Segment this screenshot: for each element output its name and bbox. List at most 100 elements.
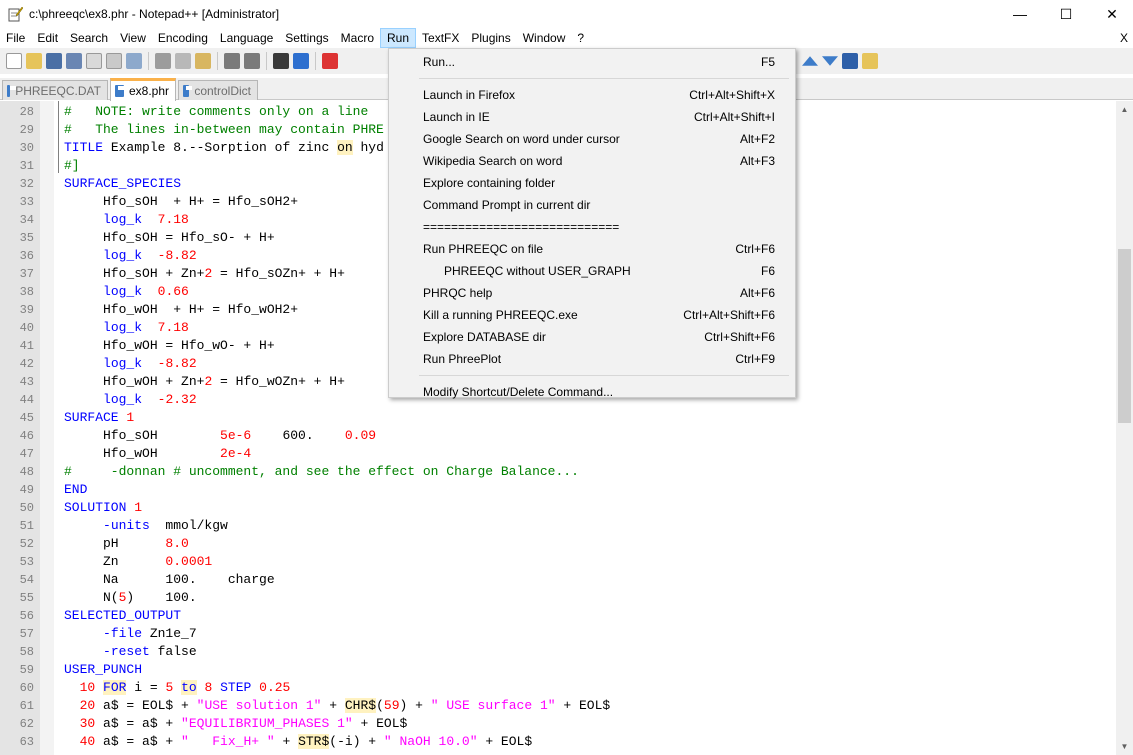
undo-icon[interactable] (224, 53, 240, 69)
code-line[interactable]: 58 -reset false (0, 643, 1116, 661)
run-menu-item-modify-shortcut-delete-command[interactable]: Modify Shortcut/Delete Command... (391, 381, 793, 403)
code-line[interactable]: 50 SOLUTION 1 (0, 499, 1116, 517)
code-line[interactable]: 63 40 a$ = a$ + " Fix_H+ " + STR$(-i) + … (0, 733, 1116, 751)
menu-view[interactable]: View (114, 28, 152, 48)
code-line[interactable]: 49 END (0, 481, 1116, 499)
vertical-scrollbar[interactable]: ▲ ▼ (1116, 101, 1133, 755)
code-token: i = (126, 680, 166, 695)
run-menu-item-explore-database-dir[interactable]: Explore DATABASE dir Ctrl+Shift+F6 (391, 326, 793, 348)
menu-macro[interactable]: Macro (335, 28, 380, 48)
save-icon[interactable] (46, 53, 62, 69)
close-all-icon[interactable] (106, 53, 122, 69)
code-line[interactable]: 60 10 FOR i = 5 to 8 STEP 0.25 (0, 679, 1116, 697)
paste-icon[interactable] (195, 53, 211, 69)
line-number: 50 (19, 501, 34, 515)
scroll-up-icon[interactable]: ▲ (1116, 101, 1133, 118)
run-menu-item-wikipedia-search-on-word[interactable]: Wikipedia Search on word Alt+F3 (391, 150, 793, 172)
run-menu-item-run-phreeplot[interactable]: Run PhreePlot Ctrl+F9 (391, 348, 793, 370)
code-token: 10 (79, 680, 96, 695)
run-menu-item-kill-a-running-phreeqc-exe[interactable]: Kill a running PHREEQC.exe Ctrl+Alt+Shift… (391, 304, 793, 326)
run-menu-item-launch-in-firefox[interactable]: Launch in Firefox Ctrl+Alt+Shift+X (391, 84, 793, 106)
run-menu-item-google-search-on-word-under-cursor[interactable]: Google Search on word under cursor Alt+F2 (391, 128, 793, 150)
code-line[interactable]: 53 Zn 0.0001 (0, 553, 1116, 571)
maximize-button[interactable]: ☐ (1043, 0, 1089, 28)
code-token: a$ = a$ + (95, 734, 182, 749)
zoom-in-icon[interactable] (322, 53, 338, 69)
menu-window[interactable]: Window (517, 28, 572, 48)
menu-search[interactable]: Search (64, 28, 114, 48)
menu-help[interactable]: ? (571, 28, 590, 48)
run-menu-item-command-prompt-in-current-dir[interactable]: Command Prompt in current dir (391, 194, 793, 216)
run-menu-item-phreeqc-without-user-graph[interactable]: PHREEQC without USER_GRAPH F6 (391, 260, 793, 282)
code-line[interactable]: 57 -file Zn1e_7 (0, 625, 1116, 643)
menu-file[interactable]: File (0, 28, 31, 48)
menu-run[interactable]: Run (380, 28, 417, 48)
run-menu-item-explore-containing-folder[interactable]: Explore containing folder (391, 172, 793, 194)
code-text: #] (64, 157, 80, 175)
line-number: 32 (19, 177, 34, 191)
find-icon[interactable] (273, 53, 289, 69)
menu-item-label: Google Search on word under cursor (423, 132, 620, 146)
copy-icon[interactable] (175, 53, 191, 69)
macro-up-icon[interactable] (802, 56, 818, 66)
run-menu-item-phrqc-help[interactable]: PHRQC help Alt+F6 (391, 282, 793, 304)
code-line[interactable]: 52 pH 8.0 (0, 535, 1116, 553)
code-line[interactable]: 48 # -donnan # uncomment, and see the eff… (0, 463, 1116, 481)
code-text: N(5) 100. (64, 589, 197, 607)
code-line[interactable]: 47 Hfo_wOH 2e-4 (0, 445, 1116, 463)
code-line[interactable]: 56 SELECTED_OUTPUT (0, 607, 1116, 625)
code-token: a$ = EOL$ + (95, 698, 197, 713)
replace-icon[interactable] (293, 53, 309, 69)
scroll-down-icon[interactable]: ▼ (1116, 738, 1133, 755)
macro-playback-icon[interactable] (842, 53, 858, 69)
menu-settings[interactable]: Settings (279, 28, 334, 48)
tab-controldict[interactable]: controlDict (178, 80, 258, 100)
run-menu-item-run-phreeqc-on-file[interactable]: Run PHREEQC on file Ctrl+F6 (391, 238, 793, 260)
code-line[interactable]: 46 Hfo_sOH 5e-6 600. 0.09 (0, 427, 1116, 445)
code-line[interactable]: 61 20 a$ = EOL$ + "USE solution 1" + CHR… (0, 697, 1116, 715)
open-file-icon[interactable] (26, 53, 42, 69)
minimize-button[interactable]: — (997, 0, 1043, 28)
menu-edit[interactable]: Edit (31, 28, 64, 48)
menu-textfx[interactable]: TextFX (416, 28, 465, 48)
code-line[interactable]: 59 USER_PUNCH (0, 661, 1116, 679)
code-token: SOLUTION (64, 500, 135, 515)
code-line[interactable]: 51 -units mmol/kgw (0, 517, 1116, 535)
line-number: 35 (19, 231, 34, 245)
code-line[interactable]: 45 SURFACE 1 (0, 409, 1116, 427)
code-token: hyd (352, 140, 384, 155)
close-document-button[interactable]: X (1120, 28, 1128, 48)
menu-encoding[interactable]: Encoding (152, 28, 214, 48)
run-menu-item-run[interactable]: Run... F5 (391, 51, 793, 73)
redo-icon[interactable] (244, 53, 260, 69)
menu-language[interactable]: Language (214, 28, 279, 48)
close-file-icon[interactable] (86, 53, 102, 69)
save-macro-icon[interactable] (862, 53, 878, 69)
macro-down-icon[interactable] (822, 56, 838, 66)
code-line[interactable]: 54 Na 100. charge (0, 571, 1116, 589)
close-button[interactable]: ✕ (1089, 0, 1133, 28)
new-file-icon[interactable] (6, 53, 22, 69)
cut-icon[interactable] (155, 53, 171, 69)
tab-phreeqc-dat[interactable]: PHREEQC.DAT (2, 80, 108, 100)
code-text: # The lines in-between may contain PHRE (64, 121, 384, 139)
scrollbar-thumb[interactable] (1118, 249, 1131, 423)
code-line[interactable]: 62 30 a$ = a$ + "EQUILIBRIUM_PHASES 1" +… (0, 715, 1116, 733)
tab-ex8-phr[interactable]: ex8.phr (110, 78, 176, 101)
code-token: SELECTED_OUTPUT (64, 608, 182, 623)
code-token: TITLE (64, 140, 104, 155)
menu-item-shortcut: Alt+F6 (739, 286, 775, 300)
print-icon[interactable] (126, 53, 142, 69)
run-menu-item-launch-in-ie[interactable]: Launch in IE Ctrl+Alt+Shift+I (391, 106, 793, 128)
code-token: SURFACE_SPECIES (64, 176, 182, 191)
menu-plugins[interactable]: Plugins (465, 28, 516, 48)
code-token: 0.66 (157, 284, 189, 299)
code-text: Hfo_sOH = Hfo_sO- + H+ (64, 229, 275, 247)
line-number: 55 (19, 591, 34, 605)
save-all-icon[interactable] (66, 53, 82, 69)
code-token: log_k (103, 212, 143, 227)
code-line[interactable]: 55 N(5) 100. (0, 589, 1116, 607)
